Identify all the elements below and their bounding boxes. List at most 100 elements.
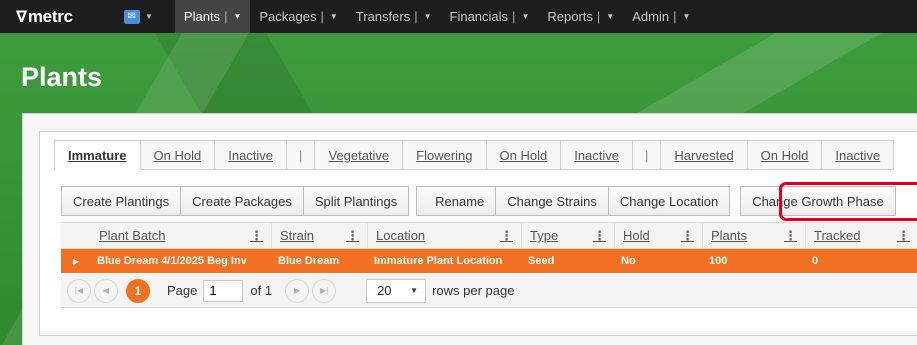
column-menu-icon[interactable]: ⋮ — [250, 228, 263, 244]
tab-divider: | — [287, 140, 316, 170]
column-title: Location — [376, 228, 426, 243]
column-menu-icon[interactable]: ⋮ — [681, 228, 694, 244]
cell-tracked: 0 — [812, 255, 819, 267]
nav-item-label: Reports — [547, 9, 593, 24]
column-header-type[interactable]: Type ⋮ — [522, 223, 615, 248]
change-growth-phase-button[interactable]: Change Growth Phase — [740, 186, 896, 216]
rows-per-page-value: 20 — [377, 283, 392, 298]
messages-menu[interactable]: ✉ ▼ — [124, 9, 153, 24]
tab-harvested-inactive[interactable]: Inactive — [822, 140, 895, 170]
nav-separator: | — [512, 9, 516, 24]
column-menu-icon[interactable]: ⋮ — [784, 228, 797, 244]
nav-transfers[interactable]: Transfers | ▼ — [347, 0, 441, 33]
current-page-button[interactable]: 1 — [126, 278, 150, 303]
chevron-down-icon: ▼ — [606, 12, 615, 21]
plant-tabs: Immature On Hold Inactive | Vegetative F… — [54, 140, 895, 170]
column-menu-icon[interactable]: ⋮ — [593, 228, 606, 244]
plants-card: Immature On Hold Inactive | Vegetative F… — [39, 131, 917, 336]
nav-item-label: Admin — [632, 9, 670, 24]
nav-packages[interactable]: Packages | ▼ — [250, 0, 346, 33]
nav-financials[interactable]: Financials | ▼ — [441, 0, 539, 33]
column-header-tracked[interactable]: Tracked ⋮ — [806, 223, 917, 248]
rows-per-page-label: rows per page — [432, 283, 515, 298]
split-plantings-button[interactable]: Split Plantings — [303, 186, 410, 216]
rename-button[interactable]: Rename — [416, 186, 497, 216]
expand-column-header — [61, 223, 91, 248]
create-plantings-button[interactable]: Create Plantings — [61, 186, 182, 216]
nav-separator: | — [414, 9, 418, 24]
change-location-button[interactable]: Change Location — [608, 186, 731, 216]
nav-item-label: Financials — [449, 9, 509, 24]
nav-admin[interactable]: Admin | ▼ — [623, 0, 699, 33]
chevron-down-icon: ▼ — [329, 12, 338, 21]
nav-item-label: Packages — [259, 9, 317, 24]
tab-immature[interactable]: Immature — [54, 140, 141, 170]
tab-harvested[interactable]: Harvested — [661, 140, 748, 170]
chevron-down-icon: ▼ — [682, 12, 691, 21]
top-navbar: ∇ metrc ✉ ▼ Plants | ▼ Packages | ▼ Tran… — [0, 0, 917, 33]
row-expand-icon[interactable]: ▶ — [61, 249, 91, 273]
tab-harvested-on-hold[interactable]: On Hold — [747, 140, 823, 170]
metrc-logo-mark-icon: ∇ — [16, 8, 27, 26]
chevron-down-icon: ▼ — [145, 12, 153, 21]
column-menu-icon[interactable]: ⋮ — [897, 228, 910, 244]
cell-strain: Blue Dream — [278, 255, 340, 267]
column-title: Type — [530, 228, 559, 243]
column-header-hold[interactable]: Hold ⋮ — [615, 223, 703, 248]
column-header-location[interactable]: Location ⋮ — [368, 223, 522, 248]
envelope-icon: ✉ — [124, 9, 140, 24]
last-page-icon[interactable]: ▶| — [312, 278, 337, 303]
grid-header: Plant Batch ⋮ Strain ⋮ Location ⋮ Type ⋮… — [61, 222, 917, 249]
column-title: Hold — [623, 228, 650, 243]
tab-flowering-on-hold[interactable]: On Hold — [486, 140, 562, 170]
nav-item-label: Plants — [183, 9, 221, 24]
table-row[interactable]: ▶ Blue Dream 4/1/2025 Beg Inv Blue Dream… — [61, 249, 917, 273]
cell-plant-batch: Blue Dream 4/1/2025 Beg Inv — [97, 255, 247, 267]
column-title: Strain — [280, 228, 314, 243]
tab-divider: | — [633, 140, 662, 170]
create-packages-button[interactable]: Create Packages — [181, 186, 304, 216]
nav-separator: | — [224, 9, 228, 24]
chevron-down-icon: ▼ — [423, 12, 432, 21]
column-title: Tracked — [814, 228, 861, 243]
column-menu-icon[interactable]: ⋮ — [500, 228, 513, 244]
page-label: Page — [167, 283, 198, 298]
nav-plants[interactable]: Plants | ▼ — [174, 0, 251, 33]
metrc-logo[interactable]: ∇ metrc — [0, 7, 124, 27]
column-menu-icon[interactable]: ⋮ — [346, 228, 359, 244]
chevron-down-icon: ▼ — [521, 12, 530, 21]
column-header-strain[interactable]: Strain ⋮ — [272, 223, 368, 248]
nav-separator: | — [596, 9, 601, 24]
action-toolbar: Create Plantings Create Packages Split P… — [61, 186, 896, 216]
change-strains-button[interactable]: Change Strains — [496, 186, 609, 216]
tab-immature-on-hold[interactable]: On Hold — [140, 140, 216, 170]
page-count-label: of 1 — [250, 283, 273, 298]
column-title: Plants — [711, 228, 748, 243]
grid-pager: |◀ ◀ 1 Page of 1 ▶ ▶| 20 ▼ rows per page — [61, 274, 917, 308]
previous-page-icon[interactable]: ◀ — [94, 278, 118, 303]
column-header-plants[interactable]: Plants ⋮ — [703, 223, 806, 248]
page-number-input[interactable] — [203, 279, 244, 302]
rows-per-page-select[interactable]: 20 ▼ — [366, 278, 427, 303]
column-header-plant-batch[interactable]: Plant Batch ⋮ — [91, 223, 272, 248]
cell-plants: 100 — [709, 255, 728, 267]
cell-location: Immature Plant Location — [374, 255, 503, 267]
column-title: Plant Batch — [99, 228, 166, 243]
chevron-down-icon: ▼ — [410, 286, 419, 295]
cell-hold: No — [621, 255, 636, 267]
cell-type: Seed — [528, 255, 555, 267]
tab-flowering-inactive[interactable]: Inactive — [561, 140, 634, 170]
nav-separator: | — [673, 9, 677, 24]
page-title: Plants — [21, 62, 103, 92]
tab-immature-inactive[interactable]: Inactive — [215, 140, 288, 170]
tab-flowering[interactable]: Flowering — [403, 140, 487, 170]
first-page-icon[interactable]: |◀ — [67, 278, 91, 303]
nav-separator: | — [320, 9, 324, 24]
brand-name: metrc — [27, 6, 73, 26]
content-panel: Immature On Hold Inactive | Vegetative F… — [22, 113, 917, 345]
tab-vegetative[interactable]: Vegetative — [315, 140, 404, 170]
chevron-down-icon: ▼ — [233, 12, 242, 21]
next-page-icon[interactable]: ▶ — [285, 278, 310, 303]
nav-reports[interactable]: Reports | ▼ — [538, 0, 623, 33]
nav-item-label: Transfers — [355, 9, 411, 24]
